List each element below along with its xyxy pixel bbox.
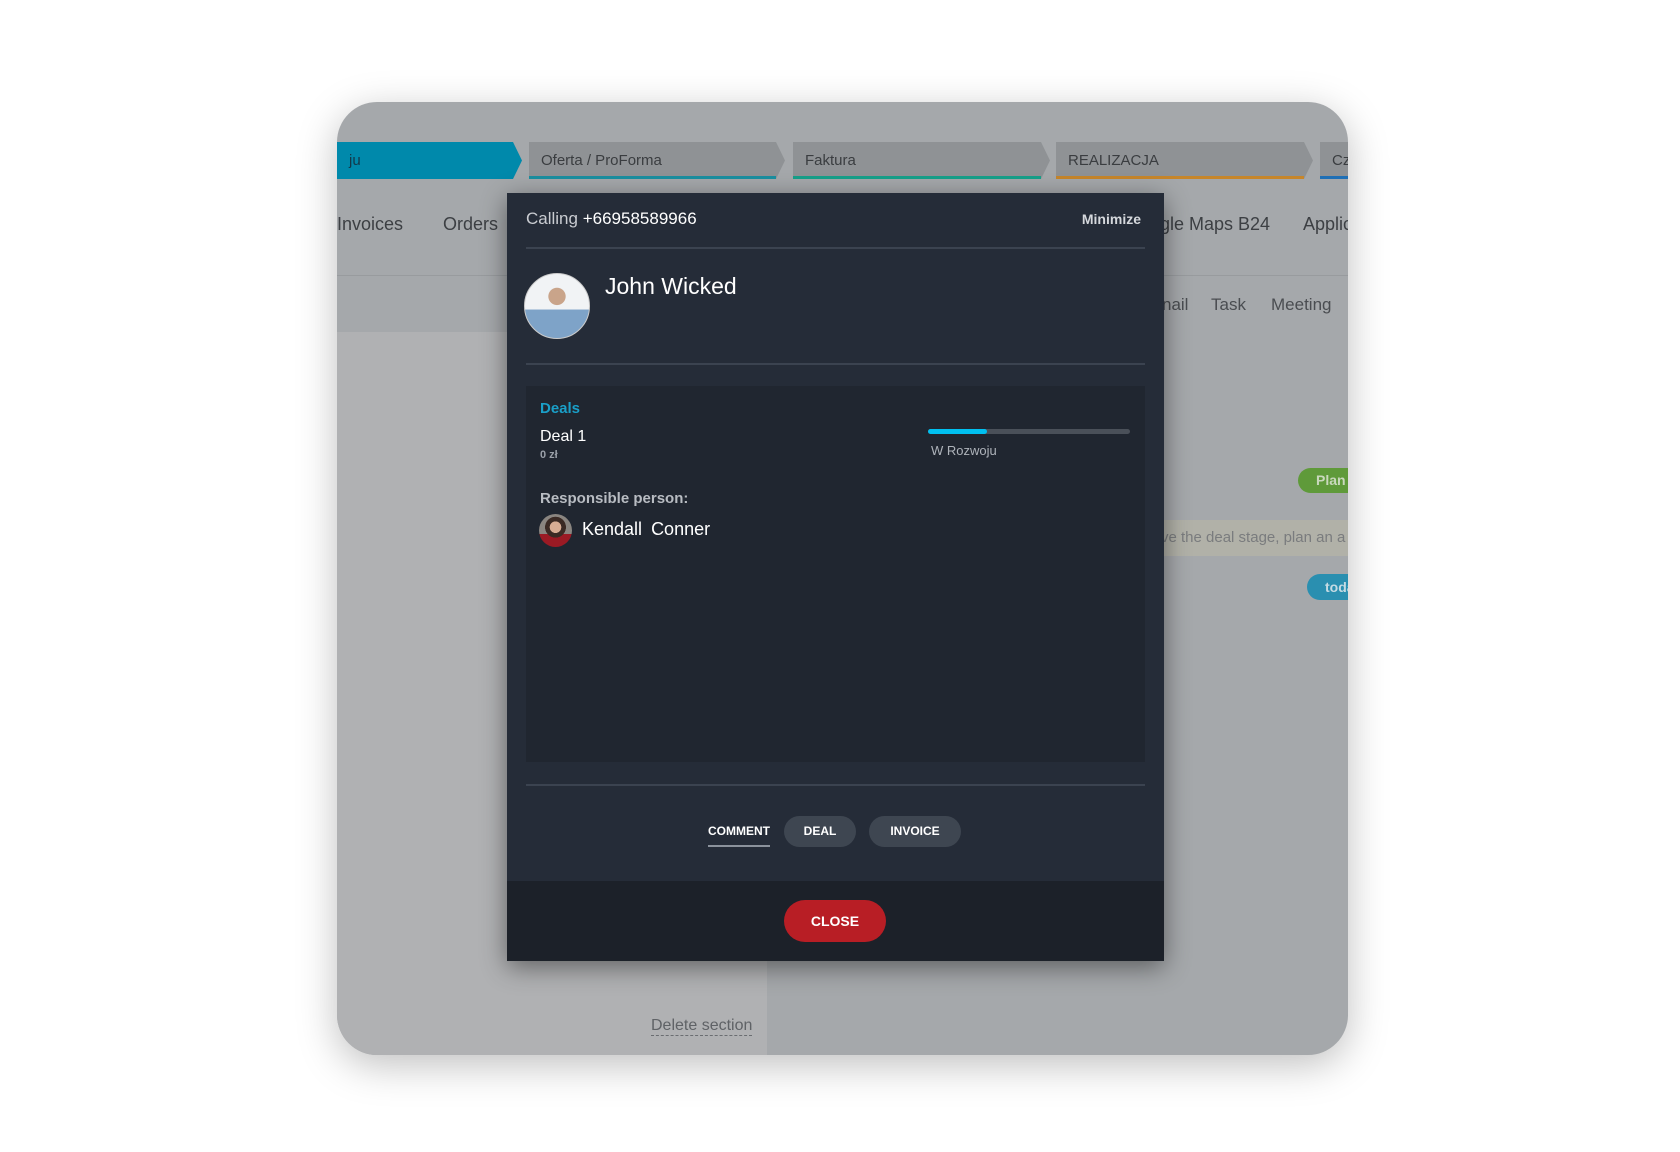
comment-tab[interactable]: COMMENT [708,816,770,847]
contact-name[interactable]: John Wicked [605,273,737,300]
responsible-name[interactable]: Kendall Conner [582,519,710,540]
deals-panel: Deals Deal 1 0 zł W Rozwoju Responsible … [526,386,1145,762]
tab-meeting[interactable]: Meeting [1271,295,1331,315]
tab-email[interactable]: nail [1162,295,1188,315]
deal-name[interactable]: Deal 1 [540,428,586,446]
deal-stage-progress [928,429,1130,434]
nav-applications[interactable]: Applic [1303,214,1348,235]
deal-button[interactable]: DEAL [784,816,856,847]
phone-number: +66958589966 [582,209,697,228]
stage-3[interactable]: Faktura [793,142,1050,179]
stage-label: Faktura [805,152,856,169]
close-button[interactable]: CLOSE [784,900,886,942]
tab-task[interactable]: Task [1211,295,1246,315]
deal-amount: 0 zł [540,449,558,461]
responsible-label: Responsible person: [540,490,689,507]
stage-label: Oferta / ProForma [541,152,662,169]
stage-1[interactable]: ju [337,142,522,179]
nav-google-maps[interactable]: gle Maps B24 [1160,214,1270,235]
stage-4[interactable]: REALIZACJA [1056,142,1313,179]
call-dialog: Calling +66958589966 Minimize John Wicke… [507,193,1164,961]
dialog-footer: CLOSE [507,881,1164,961]
nav-orders[interactable]: Orders [443,214,498,235]
deals-title: Deals [540,400,581,417]
calling-header: Calling +66958589966 [526,209,697,229]
stage-label: ju [349,152,361,169]
nav-invoices[interactable]: Invoices [337,214,403,235]
invoice-button[interactable]: INVOICE [869,816,961,847]
calling-label: Calling [526,209,578,228]
stage-5[interactable]: Cz [1320,142,1348,179]
deal-stage-label: W Rozwoju [931,443,997,458]
stage-label: REALIZACJA [1068,152,1159,169]
contact-avatar [524,273,590,339]
stage-2[interactable]: Oferta / ProForma [529,142,785,179]
responsible-avatar [539,514,572,547]
minimize-button[interactable]: Minimize [1082,211,1141,227]
stage-label: Cz [1332,152,1348,169]
delete-section-link[interactable]: Delete section [651,1017,753,1036]
today-badge[interactable]: toda [1307,574,1348,600]
plan-badge[interactable]: Plan [1298,468,1348,493]
